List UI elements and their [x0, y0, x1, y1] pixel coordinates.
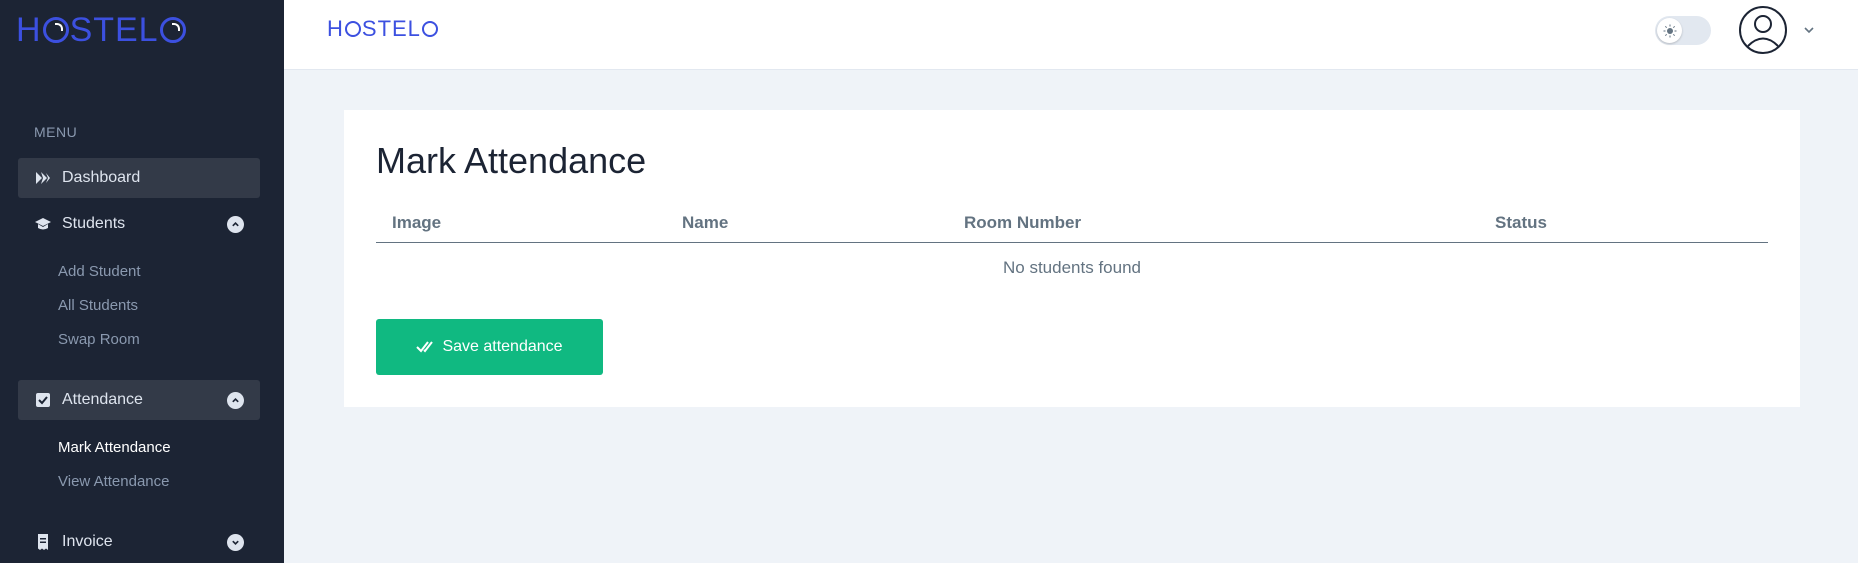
sidebar-subitem-all-students[interactable]: All Students — [58, 297, 138, 314]
sidebar-item-label: Attendance — [62, 391, 143, 408]
receipt-icon — [34, 533, 52, 551]
sidebar: H STEL MENU Dashboard Students Add Studen… — [0, 0, 284, 563]
logo-text-prefix: H — [327, 16, 344, 41]
sidebar-subitem-view-attendance[interactable]: View Attendance — [58, 473, 169, 490]
theme-toggle[interactable] — [1655, 16, 1711, 45]
sun-icon — [1657, 18, 1682, 43]
sidebar-item-label: Invoice — [62, 533, 113, 550]
graduation-cap-icon — [34, 215, 52, 233]
column-header-room-number: Room Number — [948, 204, 1479, 243]
column-header-status: Status — [1479, 204, 1768, 243]
app-root: H STEL MENU Dashboard Students Add Studen… — [0, 0, 1858, 563]
logo-text-prefix: H — [16, 11, 42, 49]
top-header: H STEL — [284, 0, 1858, 70]
table-row: No students found — [376, 242, 1768, 294]
logo-o-icon — [42, 17, 69, 43]
sidebar-item-label: Dashboard — [62, 169, 141, 186]
dashboard-icon — [34, 169, 52, 187]
empty-state-message: No students found — [1003, 258, 1141, 278]
sidebar-item-students[interactable]: Students — [18, 204, 260, 244]
logo-o-icon — [421, 21, 438, 37]
sidebar-subitem-mark-attendance[interactable]: Mark Attendance — [58, 439, 171, 456]
sidebar-subitem-swap-room[interactable]: Swap Room — [58, 331, 140, 348]
logo-o-icon — [344, 21, 361, 37]
sidebar-item-attendance[interactable]: Attendance — [18, 380, 260, 420]
chevron-up-icon[interactable] — [227, 392, 244, 409]
sidebar-item-dashboard[interactable]: Dashboard — [18, 158, 260, 198]
attendance-card: Mark Attendance Image Name Room Number S… — [344, 110, 1800, 407]
chevron-up-icon[interactable] — [227, 216, 244, 233]
sidebar-subitem-add-student[interactable]: Add Student — [58, 263, 141, 280]
checkbox-icon — [34, 391, 52, 409]
sidebar-item-invoice[interactable]: Invoice — [18, 522, 260, 562]
user-avatar-icon[interactable] — [1738, 5, 1788, 55]
menu-heading: MENU — [34, 124, 78, 140]
double-check-icon — [416, 339, 434, 355]
header-logo[interactable]: H STEL — [327, 14, 439, 44]
logo-text-suffix: STEL — [361, 16, 421, 41]
chevron-down-icon[interactable] — [1802, 23, 1816, 37]
save-attendance-button[interactable]: Save attendance — [376, 319, 603, 375]
sidebar-logo[interactable]: H STEL — [16, 8, 187, 52]
sidebar-item-label: Students — [62, 215, 126, 232]
logo-o-icon — [159, 17, 186, 43]
column-header-name: Name — [666, 204, 948, 243]
page-title: Mark Attendance — [376, 140, 647, 181]
column-header-image: Image — [376, 204, 666, 243]
save-button-label: Save attendance — [442, 338, 563, 355]
logo-text-suffix: STEL — [69, 11, 159, 49]
chevron-down-icon[interactable] — [227, 534, 244, 551]
table-header-row: Image Name Room Number Status — [376, 204, 1768, 243]
attendance-table: Image Name Room Number Status No student… — [376, 204, 1768, 294]
